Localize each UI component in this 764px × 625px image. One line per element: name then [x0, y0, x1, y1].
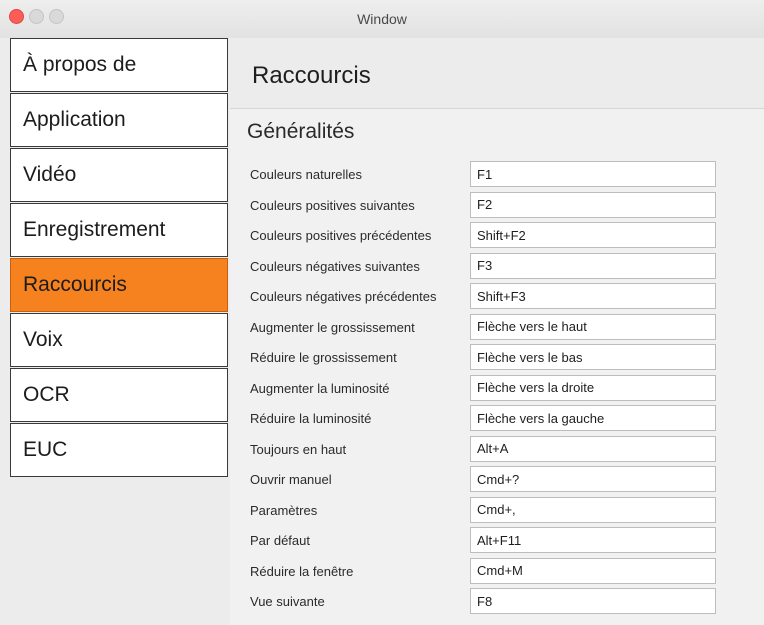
shortcut-field[interactable]: [470, 588, 716, 614]
shortcut-row: Couleurs naturelles: [230, 159, 764, 189]
shortcut-field[interactable]: [470, 496, 716, 523]
sidebar-item-application[interactable]: Application: [10, 93, 228, 147]
shortcut-label: Augmenter le grossissement: [250, 319, 415, 335]
shortcut-label: Ouvrir manuel: [250, 472, 332, 487]
shortcut-label: Toujours en haut: [250, 441, 347, 457]
shortcut-field[interactable]: [470, 557, 716, 584]
shortcut-field[interactable]: [470, 252, 716, 279]
window-title: Window: [357, 11, 407, 27]
shortcut-label: Couleurs positives précédentes: [250, 228, 432, 243]
sidebar-item-raccourcis[interactable]: Raccourcis: [10, 258, 228, 312]
shortcut-row: Couleurs positives précédentes: [230, 220, 764, 250]
shortcut-row: Par défaut: [230, 525, 764, 555]
shortcut-field[interactable]: [470, 435, 716, 462]
shortcut-field[interactable]: [470, 344, 716, 370]
shortcut-field[interactable]: [470, 405, 716, 431]
sidebar-item-a-propos[interactable]: À propos de: [10, 38, 228, 92]
shortcut-row: Augmenter la luminosité: [230, 373, 764, 403]
sidebar-item-euc[interactable]: EUC: [10, 423, 228, 477]
shortcut-row: Paramètres: [230, 495, 764, 525]
page-title: Raccourcis: [252, 62, 371, 89]
shortcut-row: Vue suivante: [230, 586, 764, 616]
shortcut-row: Ouvrir manuel: [230, 464, 764, 494]
shortcut-label: Paramètres: [250, 502, 318, 518]
shortcut-label: Couleurs naturelles: [250, 167, 363, 182]
shortcut-label: Réduire le grossissement: [250, 350, 397, 365]
shortcut-field[interactable]: [470, 527, 716, 553]
shortcut-label: Couleurs négatives précédentes: [250, 289, 437, 304]
section-title: Généralités: [247, 120, 355, 143]
shortcut-row: Augmenter le grossissement: [230, 312, 764, 342]
scrollbar[interactable]: [756, 108, 764, 625]
sidebar: À propos de Application Vidéo Enregistre…: [0, 38, 230, 625]
sidebar-item-ocr[interactable]: OCR: [10, 368, 228, 422]
shortcut-field[interactable]: [470, 161, 716, 187]
sidebar-item-voix[interactable]: Voix: [10, 313, 228, 367]
sidebar-item-enregistrement[interactable]: Enregistrement: [10, 203, 228, 257]
shortcut-field[interactable]: [470, 222, 716, 248]
shortcut-label: Vue suivante: [250, 594, 325, 609]
shortcut-label: Réduire la fenêtre: [250, 563, 354, 579]
app-window: Window À propos de Application Vidéo Enr…: [0, 0, 764, 625]
shortcut-field[interactable]: [470, 313, 716, 340]
shortcut-label: Augmenter la luminosité: [250, 380, 390, 396]
shortcut-label: Couleurs négatives suivantes: [250, 258, 420, 274]
shortcut-row: Toujours en haut: [230, 434, 764, 464]
shortcut-field[interactable]: [470, 466, 716, 492]
shortcut-label: Réduire la luminosité: [250, 411, 372, 426]
shortcut-field[interactable]: [470, 191, 716, 218]
page-header: Raccourcis: [230, 38, 764, 109]
shortcut-row: Réduire la fenêtre: [230, 556, 764, 586]
shortcut-label: Par défaut: [250, 533, 310, 548]
shortcut-field[interactable]: [470, 283, 716, 309]
shortcut-label: Couleurs positives suivantes: [250, 197, 415, 213]
shortcut-row: Couleurs négatives suivantes: [230, 251, 764, 281]
shortcut-row: Couleurs négatives précédentes: [230, 281, 764, 311]
title-bar[interactable]: Window: [0, 0, 764, 39]
content-panel: Raccourcis Généralités Couleurs naturell…: [230, 38, 764, 625]
shortcut-row: Réduire le grossissement: [230, 342, 764, 372]
shortcut-row: Couleurs positives suivantes: [230, 190, 764, 220]
sidebar-item-video[interactable]: Vidéo: [10, 148, 228, 202]
shortcut-row: Réduire la luminosité: [230, 403, 764, 433]
shortcut-field[interactable]: [470, 374, 716, 401]
